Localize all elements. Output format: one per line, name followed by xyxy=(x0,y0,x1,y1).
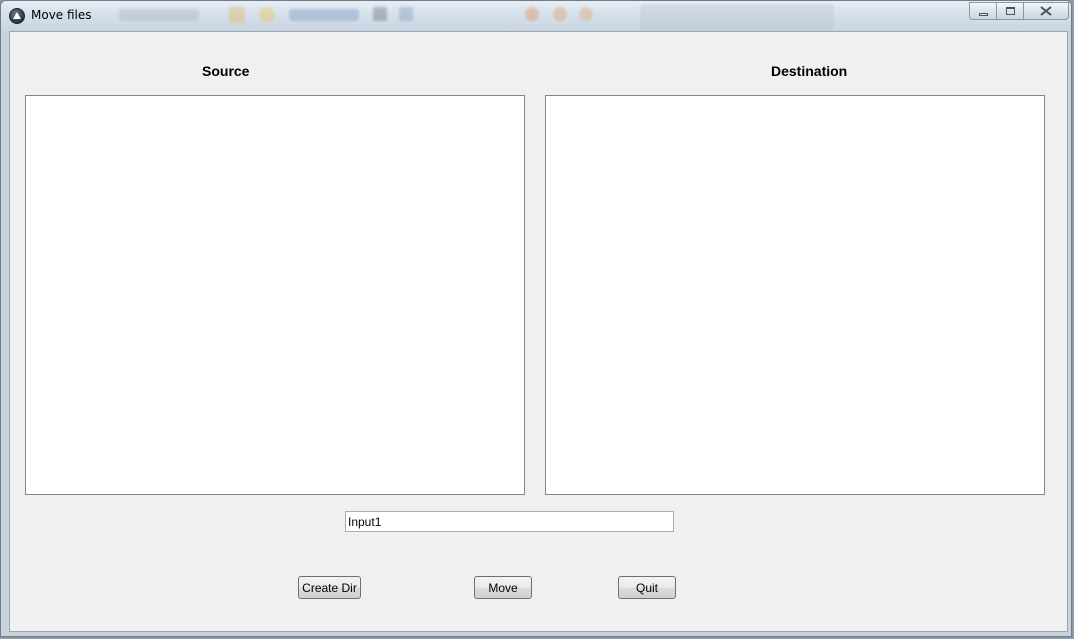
source-label: Source xyxy=(202,63,250,79)
minimize-icon xyxy=(978,12,988,16)
maximize-icon xyxy=(1005,7,1015,15)
background-blur xyxy=(525,7,539,21)
background-blur xyxy=(553,7,567,21)
client-area: Source Destination Create Dir Move Quit xyxy=(9,31,1068,632)
input-field[interactable] xyxy=(345,511,674,532)
window-title: Move files xyxy=(31,8,92,22)
background-blur xyxy=(289,9,359,21)
background-blur xyxy=(373,7,387,21)
move-button[interactable]: Move xyxy=(474,576,532,599)
background-blur xyxy=(641,5,833,29)
create-dir-button[interactable]: Create Dir xyxy=(298,576,361,599)
caption-buttons xyxy=(969,2,1069,20)
minimize-button[interactable] xyxy=(969,2,996,20)
source-list[interactable] xyxy=(25,95,525,495)
maximize-button[interactable] xyxy=(996,2,1023,20)
close-button[interactable] xyxy=(1023,2,1069,20)
background-blur xyxy=(399,7,413,21)
background-blur xyxy=(579,7,593,21)
background-blur xyxy=(259,7,275,23)
title-bar[interactable]: Move files xyxy=(1,1,1071,31)
background-blur xyxy=(119,9,199,21)
quit-button[interactable]: Quit xyxy=(618,576,676,599)
app-icon[interactable] xyxy=(9,8,25,24)
move-files-window: Move files Source Destination Create Dir… xyxy=(0,0,1072,637)
close-icon xyxy=(1040,6,1052,16)
background-blur xyxy=(229,7,245,23)
destination-label: Destination xyxy=(771,63,848,79)
destination-list[interactable] xyxy=(545,95,1045,495)
